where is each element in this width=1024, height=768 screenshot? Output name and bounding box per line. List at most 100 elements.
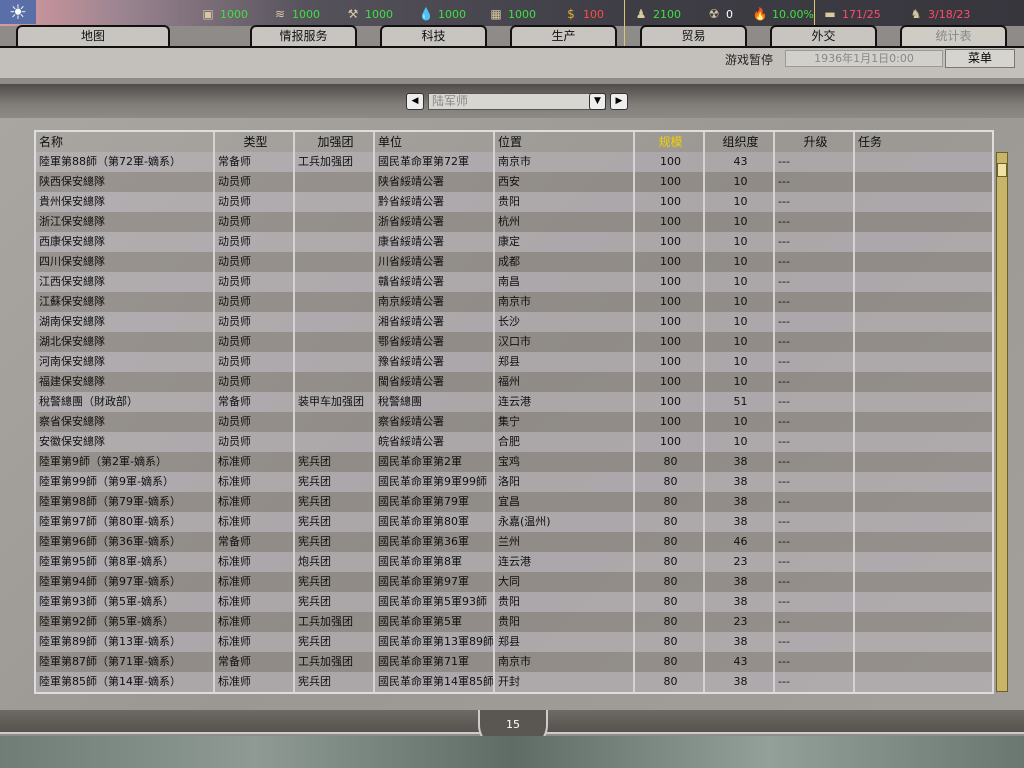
- resource-money[interactable]: $100: [563, 6, 604, 22]
- tab-intelligence[interactable]: 情报服务: [250, 25, 357, 47]
- cell-name: 陸軍第95師（第8軍-嫡系）: [36, 552, 215, 572]
- menu-button[interactable]: 菜单: [945, 49, 1015, 68]
- cell-location: 贵阳: [495, 612, 635, 632]
- column-header-type[interactable]: 类型: [215, 132, 295, 152]
- column-header-location[interactable]: 位置: [495, 132, 635, 152]
- table-row[interactable]: 陸軍第89師（第13軍-嫡系） 标准师 宪兵团 國民革命軍第13軍89師 郑县 80 38-…: [36, 632, 992, 652]
- table-row[interactable]: 陸軍第87師（第71軍-嫡系） 常备师 工兵加强团 國民革命軍第71軍 南京市 80 43-…: [36, 652, 992, 672]
- cell-location: 福州: [495, 372, 635, 392]
- column-header-mission[interactable]: 任务: [855, 132, 992, 152]
- resource-manpower[interactable]: ♟ 2100: [633, 6, 681, 22]
- tab-statistics[interactable]: 统计表: [900, 25, 1007, 47]
- table-row[interactable]: 湖南保安總隊 动员师 湘省綏靖公署 长沙 100 10 ---: [36, 312, 992, 332]
- cell-upgrade: ---: [775, 672, 855, 692]
- column-header-unit[interactable]: 单位: [375, 132, 495, 152]
- resource-oil[interactable]: 💧 1000: [418, 6, 466, 22]
- cell-upgrade: ---: [775, 512, 855, 532]
- cell-regiment: [295, 332, 375, 352]
- table-row[interactable]: 貴州保安總隊 动员师 黔省綏靖公署 贵阳 100 10 ---: [36, 192, 992, 212]
- cell-organization: 10: [705, 272, 775, 292]
- cell-organization: 38: [705, 472, 775, 492]
- cell-location: 康定: [495, 232, 635, 252]
- resource-nuclear[interactable]: ☢ 0: [706, 6, 733, 22]
- cell-unit: 國民革命軍第14軍85師: [375, 672, 495, 692]
- table-row[interactable]: 福建保安總隊 动员师 閩省綏靖公署 福州 100 10 ---: [36, 372, 992, 392]
- unit-type-dropdown[interactable]: 陆军师 ▼: [428, 93, 606, 110]
- table-row[interactable]: 陸軍第96師（第36軍-嫡系） 常备师 宪兵团 國民革命軍第36軍 兰州 80 46 ---: [36, 532, 992, 552]
- resource-transport[interactable]: ▬ 171/25: [822, 6, 880, 22]
- table-row[interactable]: 陸軍第93師（第5軍-嫡系） 标准师 宪兵团 國民革命軍第5軍93師 贵阳 80 38 ---: [36, 592, 992, 612]
- table-row[interactable]: 陸軍第97師（第80軍-嫡系） 标准师 宪兵团 國民革命軍第80軍 永嘉(温州) 80 38…: [36, 512, 992, 532]
- tab-technology[interactable]: 科技: [380, 25, 487, 47]
- table-row[interactable]: 湖北保安總隊 动员师 鄂省綏靖公署 汉口市 100 10 ---: [36, 332, 992, 352]
- cell-unit: 南京綏靖公署: [375, 292, 495, 312]
- table-row[interactable]: 陕西保安總隊 动员师 陕省綏靖公署 西安 100 10 ---: [36, 172, 992, 192]
- table-row[interactable]: 陸軍第9師（第2軍-嫡系） 标准师 宪兵团 國民革命軍第2軍 宝鸡 80 38 ---: [36, 452, 992, 472]
- table-row[interactable]: 陸軍第95師（第8軍-嫡系） 标准师 炮兵团 國民革命軍第8軍 连云港 80 23 ---: [36, 552, 992, 572]
- cell-location: 大同: [495, 572, 635, 592]
- table-row[interactable]: 察省保安總隊 动员师 察省綏靖公署 集宁 100 10 ---: [36, 412, 992, 432]
- tab-map[interactable]: 地图: [16, 25, 170, 47]
- scrollbar[interactable]: [996, 152, 1008, 692]
- cell-size: 100: [635, 292, 705, 312]
- prev-filter-button[interactable]: ◀: [406, 93, 424, 110]
- table-row[interactable]: 安徽保安總隊 动员师 皖省綏靖公署 合肥 100 10 ---: [36, 432, 992, 452]
- dropdown-value: 陆军师: [432, 94, 469, 108]
- cell-mission: [855, 432, 992, 452]
- cell-type: 常备师: [215, 392, 295, 412]
- table-row[interactable]: 陸軍第92師（第5軍-嫡系） 标准师 工兵加强团 國民革命軍第5軍 贵阳 80 23 ---: [36, 612, 992, 632]
- cell-organization: 10: [705, 312, 775, 332]
- cell-size: 80: [635, 592, 705, 612]
- resource-dissent[interactable]: 🔥 10.00%: [752, 6, 814, 22]
- cell-organization: 10: [705, 212, 775, 232]
- cell-organization: 38: [705, 512, 775, 532]
- column-header-size[interactable]: 规模: [635, 132, 705, 152]
- next-filter-button[interactable]: ▶: [610, 93, 628, 110]
- column-header-name[interactable]: 名称: [36, 132, 215, 152]
- cell-type: 动员师: [215, 332, 295, 352]
- cell-mission: [855, 452, 992, 472]
- column-header-upgrade[interactable]: 升级: [775, 132, 855, 152]
- table-row[interactable]: 西康保安總隊 动员师 康省綏靖公署 康定 100 10 ---: [36, 232, 992, 252]
- cell-organization: 10: [705, 192, 775, 212]
- tab-production[interactable]: 生产: [510, 25, 617, 47]
- table-row[interactable]: 稅警總團（財政部） 常备师 装甲车加强团 稅警總團 连云港 100 51 ---: [36, 392, 992, 412]
- column-header-organization[interactable]: 组织度: [705, 132, 775, 152]
- table-row[interactable]: 陸軍第94師（第97軍-嫡系） 标准师 宪兵团 國民革命軍第97軍 大同 80 38 ---: [36, 572, 992, 592]
- chevron-down-icon[interactable]: ▼: [589, 93, 606, 110]
- table-row[interactable]: 江西保安總隊 动员师 贛省綏靖公署 南昌 100 10 ---: [36, 272, 992, 292]
- resource-officers[interactable]: ♞ 3/18/23: [908, 6, 971, 22]
- resource-value: 1000: [438, 7, 466, 21]
- cell-type: 动员师: [215, 172, 295, 192]
- table-row[interactable]: 四川保安總隊 动员师 川省綏靖公署 成都 100 10 ---: [36, 252, 992, 272]
- cell-location: 兰州: [495, 532, 635, 552]
- cell-unit: 浙省綏靖公署: [375, 212, 495, 232]
- tab-diplomacy[interactable]: 外交: [770, 25, 877, 47]
- table-row[interactable]: 河南保安總隊 动员师 豫省綏靖公署 郑县 100 10 ---: [36, 352, 992, 372]
- resource-rare-materials[interactable]: ⚒ 1000: [345, 6, 393, 22]
- cell-unit: 閩省綏靖公署: [375, 372, 495, 392]
- cell-organization: 10: [705, 292, 775, 312]
- cell-upgrade: ---: [775, 232, 855, 252]
- table-row[interactable]: 陸軍第99師（第9軍-嫡系） 标准师 宪兵团 國民革命軍第9軍99師 洛阳 80 38 ---: [36, 472, 992, 492]
- cell-organization: 10: [705, 232, 775, 252]
- cell-regiment: 工兵加强团: [295, 652, 375, 672]
- resource-energy[interactable]: ▣ 1000: [200, 6, 248, 22]
- national-flag-icon[interactable]: ☀: [0, 0, 36, 24]
- table-row[interactable]: 江蘇保安總隊 动员师 南京綏靖公署 南京市 100 10 ---: [36, 292, 992, 312]
- resource-metal[interactable]: ≋ 1000: [272, 6, 320, 22]
- table-row[interactable]: 陸軍第88師（第72軍-嫡系） 常备师 工兵加强团 國民革命軍第72軍 南京市 100 43…: [36, 152, 992, 172]
- cell-type: 标准师: [215, 572, 295, 592]
- resource-supplies[interactable]: ▦ 1000: [488, 6, 536, 22]
- table-row[interactable]: 陸軍第98師（第79軍-嫡系） 标准师 宪兵团 國民革命軍第79軍 宜昌 80 38 ---: [36, 492, 992, 512]
- table-row[interactable]: 浙江保安總隊 动员师 浙省綏靖公署 杭州 100 10 ---: [36, 212, 992, 232]
- cell-unit: 黔省綏靖公署: [375, 192, 495, 212]
- cell-size: 80: [635, 612, 705, 632]
- table-row[interactable]: 陸軍第85師（第14軍-嫡系） 标准师 宪兵团 國民革命軍第14軍85師 开封 80 38-…: [36, 672, 992, 692]
- column-header-regiment[interactable]: 加强团: [295, 132, 375, 152]
- cell-size: 80: [635, 552, 705, 572]
- cell-size: 80: [635, 672, 705, 692]
- cell-upgrade: ---: [775, 592, 855, 612]
- tab-trade[interactable]: 贸易: [640, 25, 747, 47]
- scrollbar-thumb[interactable]: [997, 163, 1007, 177]
